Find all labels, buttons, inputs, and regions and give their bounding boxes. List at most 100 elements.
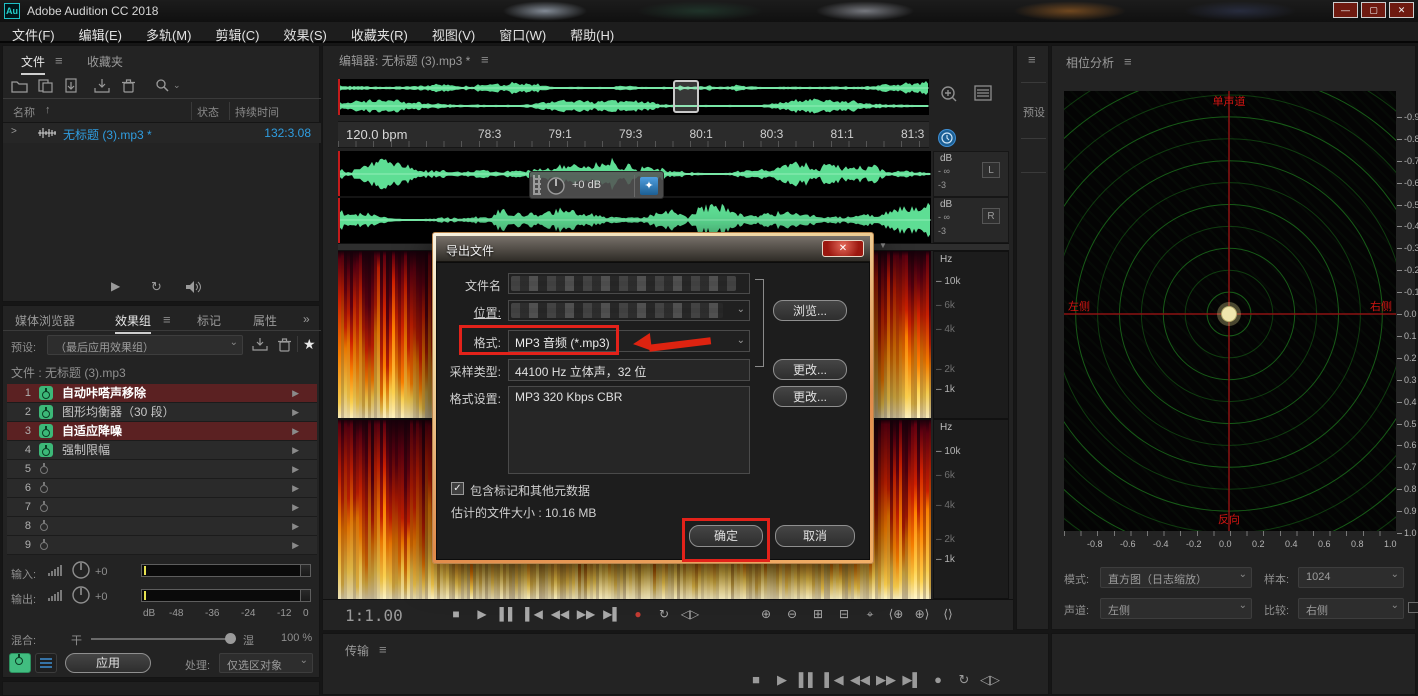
left-channel-badge[interactable]: L <box>982 162 1000 178</box>
preset-combo[interactable]: （最后应用效果组）⌄ <box>47 335 243 355</box>
cancel-button[interactable]: 取消 <box>775 525 855 547</box>
effect-slot-6[interactable]: 6▶ <box>7 479 317 498</box>
effect-power-toggle[interactable] <box>39 424 53 438</box>
metadata-checkbox[interactable]: ✓ <box>451 482 464 495</box>
slot-arrow-icon[interactable]: ▶ <box>292 384 299 403</box>
filename-field[interactable] <box>508 273 750 294</box>
skip-end-button[interactable]: ▶▌ <box>899 672 925 688</box>
zoom-selection-button[interactable]: ⟨⟩ <box>935 607 961 621</box>
pause-button[interactable]: ▌▌ <box>495 607 521 621</box>
close-button[interactable]: ✕ <box>1389 2 1414 18</box>
zoom-out-button[interactable]: ⊖ <box>779 607 805 621</box>
effect-power-toggle[interactable] <box>40 485 48 493</box>
io-routing-icon[interactable] <box>35 653 57 673</box>
change-settings-button[interactable]: 更改... <box>773 386 847 407</box>
slot-arrow-icon[interactable]: ▶ <box>292 460 299 479</box>
slot-arrow-icon[interactable]: ▶ <box>292 479 299 498</box>
effect-power-toggle[interactable] <box>40 504 48 512</box>
strip-menu-icon[interactable]: ≡ <box>1028 52 1036 67</box>
loop-playback-button[interactable]: ↻ <box>951 672 977 688</box>
stop-button[interactable]: ■ <box>443 607 469 621</box>
preview-play-icon[interactable]: ▶ <box>111 279 120 293</box>
file-name[interactable]: 无标题 (3).mp3 * <box>63 126 152 143</box>
effect-power-toggle[interactable] <box>40 542 48 550</box>
record-button[interactable]: ● <box>925 672 951 687</box>
mode-combo[interactable]: 直方图（日志缩放）⌄ <box>1100 567 1252 588</box>
apply-button[interactable]: 应用 <box>65 653 151 673</box>
slot-arrow-icon[interactable]: ▶ <box>292 498 299 517</box>
browse-button[interactable]: 浏览... <box>773 300 847 321</box>
effect-power-toggle[interactable] <box>39 386 53 400</box>
open-folder-icon[interactable] <box>11 78 29 94</box>
effect-slot-4[interactable]: 4强制限幅▶ <box>7 441 317 460</box>
tab-media-browser[interactable]: 媒体浏览器 <box>15 312 75 329</box>
menu-item-2[interactable]: 多轨(M) <box>134 22 204 43</box>
phase-checkbox[interactable] <box>1408 602 1418 613</box>
skip-selection-button[interactable]: ◁▷ <box>677 607 703 621</box>
menu-item-5[interactable]: 收藏夹(R) <box>339 22 420 43</box>
pause-button[interactable]: ▌▌ <box>795 672 821 687</box>
effects-panel-menu-icon[interactable]: ≡ <box>163 312 171 327</box>
mix-slider-thumb[interactable] <box>225 633 236 644</box>
input-gain-knob[interactable] <box>71 560 91 580</box>
import-file-icon[interactable] <box>63 78 81 94</box>
zoom-in-button[interactable]: ⊕ <box>753 607 779 621</box>
phase-panel-menu-icon[interactable]: ≡ <box>1124 54 1132 69</box>
volume-hud[interactable]: +0 dB ✦ <box>529 171 664 199</box>
rewind-button[interactable]: ◀◀ <box>847 672 873 688</box>
skip-start-button[interactable]: ▌◀ <box>521 607 547 621</box>
tab-overflow[interactable]: » <box>303 312 310 326</box>
zoom-in-time-button[interactable]: ⊞ <box>805 607 831 621</box>
save-preset-icon[interactable] <box>251 337 269 353</box>
column-status[interactable]: 状态 <box>197 104 219 120</box>
slot-arrow-icon[interactable]: ▶ <box>292 536 299 555</box>
effect-power-toggle[interactable] <box>40 466 48 474</box>
process-combo[interactable]: 仅选区对象⌄ <box>219 653 313 673</box>
time-display[interactable]: 1:1.00 <box>345 606 403 625</box>
slot-arrow-icon[interactable]: ▶ <box>292 422 299 441</box>
expand-chevron-icon[interactable]: > <box>11 126 17 137</box>
menu-item-8[interactable]: 帮助(H) <box>558 22 626 43</box>
panel-list-icon[interactable] <box>973 84 993 102</box>
maximize-button[interactable]: ▢ <box>1361 2 1386 18</box>
zoom-reset-button[interactable]: ⌖ <box>857 607 883 622</box>
fast-forward-button[interactable]: ▶▶ <box>573 607 599 621</box>
samples-combo[interactable]: 1024⌄ <box>1298 567 1404 588</box>
phase-graph[interactable]: 单声道左侧右侧反向 <box>1064 91 1396 531</box>
tab-properties[interactable]: 属性 <box>253 312 277 329</box>
slot-arrow-icon[interactable]: ▶ <box>292 517 299 536</box>
waveform-display[interactable]: +0 dB ✦ <box>338 151 931 243</box>
zoom-out-time-button[interactable]: ⊟ <box>831 607 857 621</box>
effect-power-toggle[interactable] <box>40 523 48 531</box>
skip-end-button[interactable]: ▶▌ <box>599 607 625 621</box>
fast-forward-button[interactable]: ▶▶ <box>873 672 899 688</box>
sort-arrow-icon[interactable]: ↑ <box>45 104 51 116</box>
change-sample-button[interactable]: 更改... <box>773 359 847 380</box>
menu-item-7[interactable]: 窗口(W) <box>487 22 558 43</box>
stop-button[interactable]: ■ <box>743 672 769 687</box>
effect-slot-3[interactable]: 3自适应降噪▶ <box>7 422 317 441</box>
preview-loop-icon[interactable]: ↻ <box>151 279 162 295</box>
menu-item-0[interactable]: 文件(F) <box>0 22 67 43</box>
effect-power-toggle[interactable] <box>39 443 53 457</box>
dialog-title-bar[interactable]: 导出文件 ✕ <box>436 236 870 262</box>
files-stack-icon[interactable] <box>37 78 55 94</box>
output-gain-knob[interactable] <box>71 585 91 605</box>
column-name[interactable]: 名称 <box>13 104 35 120</box>
effect-slot-2[interactable]: 2图形均衡器（30 段）▶ <box>7 403 317 422</box>
search-chevron-icon[interactable]: ⌄ <box>173 80 181 91</box>
effect-power-toggle[interactable] <box>39 405 53 419</box>
rewind-button[interactable]: ◀◀ <box>547 607 573 621</box>
menu-item-3[interactable]: 剪辑(C) <box>203 22 271 43</box>
mix-slider-track[interactable] <box>91 638 233 640</box>
play-button[interactable]: ▶ <box>769 672 795 688</box>
slot-arrow-icon[interactable]: ▶ <box>292 403 299 422</box>
tab-markers[interactable]: 标记 <box>197 312 221 329</box>
menu-item-1[interactable]: 编辑(E) <box>67 22 134 43</box>
trash-icon[interactable] <box>121 78 137 94</box>
column-duration[interactable]: 持续时间 <box>235 104 279 120</box>
clock-icon[interactable] <box>938 129 956 147</box>
save-icon[interactable] <box>93 78 111 94</box>
minimize-button[interactable]: — <box>1333 2 1358 18</box>
tab-favorites[interactable]: 收藏夹 <box>87 53 123 70</box>
